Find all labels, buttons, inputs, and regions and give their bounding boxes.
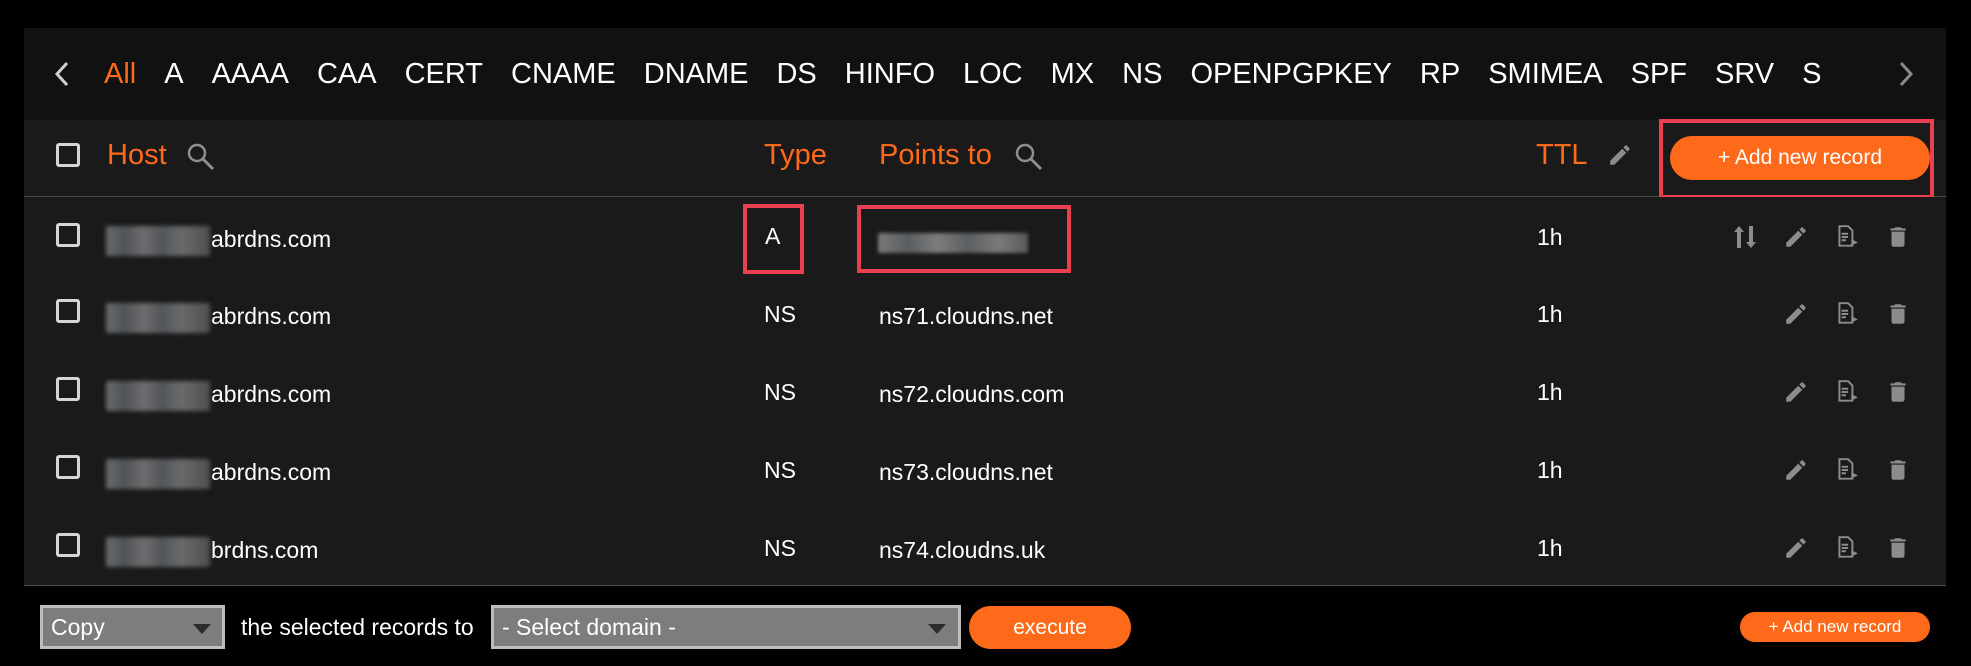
tab-mx[interactable]: MX <box>1051 54 1095 94</box>
selected-records-label: the selected records to <box>241 614 474 640</box>
ttl-cell: 1h <box>1537 535 1563 561</box>
chevron-down-icon <box>928 624 946 634</box>
ttl-cell: 1h <box>1537 224 1563 250</box>
host-suffix: brdns.com <box>211 537 319 563</box>
execute-button[interactable]: execute <box>969 606 1131 649</box>
tabs-prev-arrow-icon[interactable] <box>42 54 82 94</box>
redacted-host-prefix <box>106 225 210 256</box>
chevron-down-icon <box>193 624 211 634</box>
tabs-next-arrow-icon[interactable] <box>1886 54 1926 94</box>
copy-record-icon[interactable] <box>1833 378 1861 406</box>
tab-ns[interactable]: NS <box>1122 54 1162 94</box>
tab-cert[interactable]: CERT <box>405 54 483 94</box>
type-cell: NS <box>764 301 796 327</box>
tab-a[interactable]: A <box>164 54 183 94</box>
add-new-record-button-bottom[interactable]: + Add new record <box>1740 612 1930 642</box>
row-checkbox[interactable] <box>56 377 80 401</box>
redacted-host-prefix <box>106 458 210 489</box>
points-to-cell[interactable]: ns72.cloudns.com <box>879 379 1064 409</box>
sort-arrows-icon[interactable] <box>1731 223 1759 251</box>
tab-srv[interactable]: SRV <box>1715 54 1774 94</box>
tab-aaaa[interactable]: AAAA <box>212 54 289 94</box>
highlight-box-type <box>743 204 804 274</box>
type-cell: NS <box>764 535 796 561</box>
host-column-header[interactable]: Host <box>107 137 167 173</box>
bulk-action-value: Copy <box>51 614 105 640</box>
type-cell: NS <box>764 457 796 483</box>
host-cell[interactable]: abrdns.com <box>106 224 331 256</box>
tab-loc[interactable]: LOC <box>963 54 1023 94</box>
ttl-column-header[interactable]: TTL <box>1536 137 1588 173</box>
ttl-cell: 1h <box>1537 301 1563 327</box>
domain-select-value: - Select domain - <box>502 614 676 640</box>
edit-record-icon[interactable] <box>1782 534 1810 562</box>
highlight-box-points-to <box>857 205 1071 273</box>
redacted-host-prefix <box>106 536 210 567</box>
tab-dname[interactable]: DNAME <box>644 54 749 94</box>
tab-ds[interactable]: DS <box>776 54 816 94</box>
host-cell[interactable]: abrdns.com <box>106 379 331 411</box>
delete-record-icon[interactable] <box>1884 456 1912 484</box>
copy-record-icon[interactable] <box>1833 223 1861 251</box>
host-cell[interactable]: abrdns.com <box>106 301 331 333</box>
copy-record-icon[interactable] <box>1833 300 1861 328</box>
copy-record-icon[interactable] <box>1833 456 1861 484</box>
delete-record-icon[interactable] <box>1884 534 1912 562</box>
delete-record-icon[interactable] <box>1884 378 1912 406</box>
points-to-cell[interactable]: ns73.cloudns.net <box>879 457 1053 487</box>
tab-cname[interactable]: CNAME <box>511 54 616 94</box>
domain-select[interactable]: - Select domain - <box>491 605 961 649</box>
tab-all[interactable]: All <box>104 54 136 94</box>
row-checkbox[interactable] <box>56 455 80 479</box>
tab-rp[interactable]: RP <box>1420 54 1460 94</box>
host-cell[interactable]: abrdns.com <box>106 457 331 489</box>
edit-record-icon[interactable] <box>1782 378 1810 406</box>
host-search-icon[interactable] <box>186 142 216 172</box>
points-to-search-icon[interactable] <box>1014 142 1044 172</box>
host-suffix: abrdns.com <box>211 381 332 407</box>
host-suffix: abrdns.com <box>211 226 332 252</box>
row-checkbox[interactable] <box>56 533 80 557</box>
tab-spf[interactable]: SPF <box>1631 54 1687 94</box>
ttl-cell: 1h <box>1537 457 1563 483</box>
points-to-cell[interactable]: ns71.cloudns.net <box>879 301 1053 331</box>
edit-record-icon[interactable] <box>1782 456 1810 484</box>
host-suffix: abrdns.com <box>211 303 332 329</box>
copy-record-icon[interactable] <box>1833 534 1861 562</box>
type-column-header[interactable]: Type <box>764 137 827 173</box>
select-all-checkbox[interactable] <box>56 143 80 167</box>
tab-more[interactable]: S <box>1802 54 1821 94</box>
row-checkbox[interactable] <box>56 299 80 323</box>
highlight-box-add-record <box>1659 119 1934 199</box>
edit-ttl-pencil-icon[interactable] <box>1607 142 1633 168</box>
type-cell: NS <box>764 379 796 405</box>
edit-record-icon[interactable] <box>1782 223 1810 251</box>
delete-record-icon[interactable] <box>1884 300 1912 328</box>
tab-hinfo[interactable]: HINFO <box>845 54 935 94</box>
points-to-cell[interactable]: ns74.cloudns.uk <box>879 535 1045 565</box>
host-cell[interactable]: brdns.com <box>106 535 318 567</box>
redacted-host-prefix <box>106 302 210 333</box>
points-to-column-header[interactable]: Points to <box>879 137 992 173</box>
tabs-strip: All A AAAA CAA CERT CNAME DNAME DS HINFO LOC MX NS O… <box>104 54 1869 94</box>
host-suffix: abrdns.com <box>211 459 332 485</box>
redacted-host-prefix <box>106 380 210 411</box>
ttl-cell: 1h <box>1537 379 1563 405</box>
tab-caa[interactable]: CAA <box>317 54 377 94</box>
edit-record-icon[interactable] <box>1782 300 1810 328</box>
row-checkbox[interactable] <box>56 223 80 247</box>
tab-smimea[interactable]: SMIMEA <box>1488 54 1602 94</box>
delete-record-icon[interactable] <box>1884 223 1912 251</box>
bulk-action-select[interactable]: Copy <box>40 605 225 649</box>
tab-openpgpkey[interactable]: OPENPGPKEY <box>1190 54 1391 94</box>
